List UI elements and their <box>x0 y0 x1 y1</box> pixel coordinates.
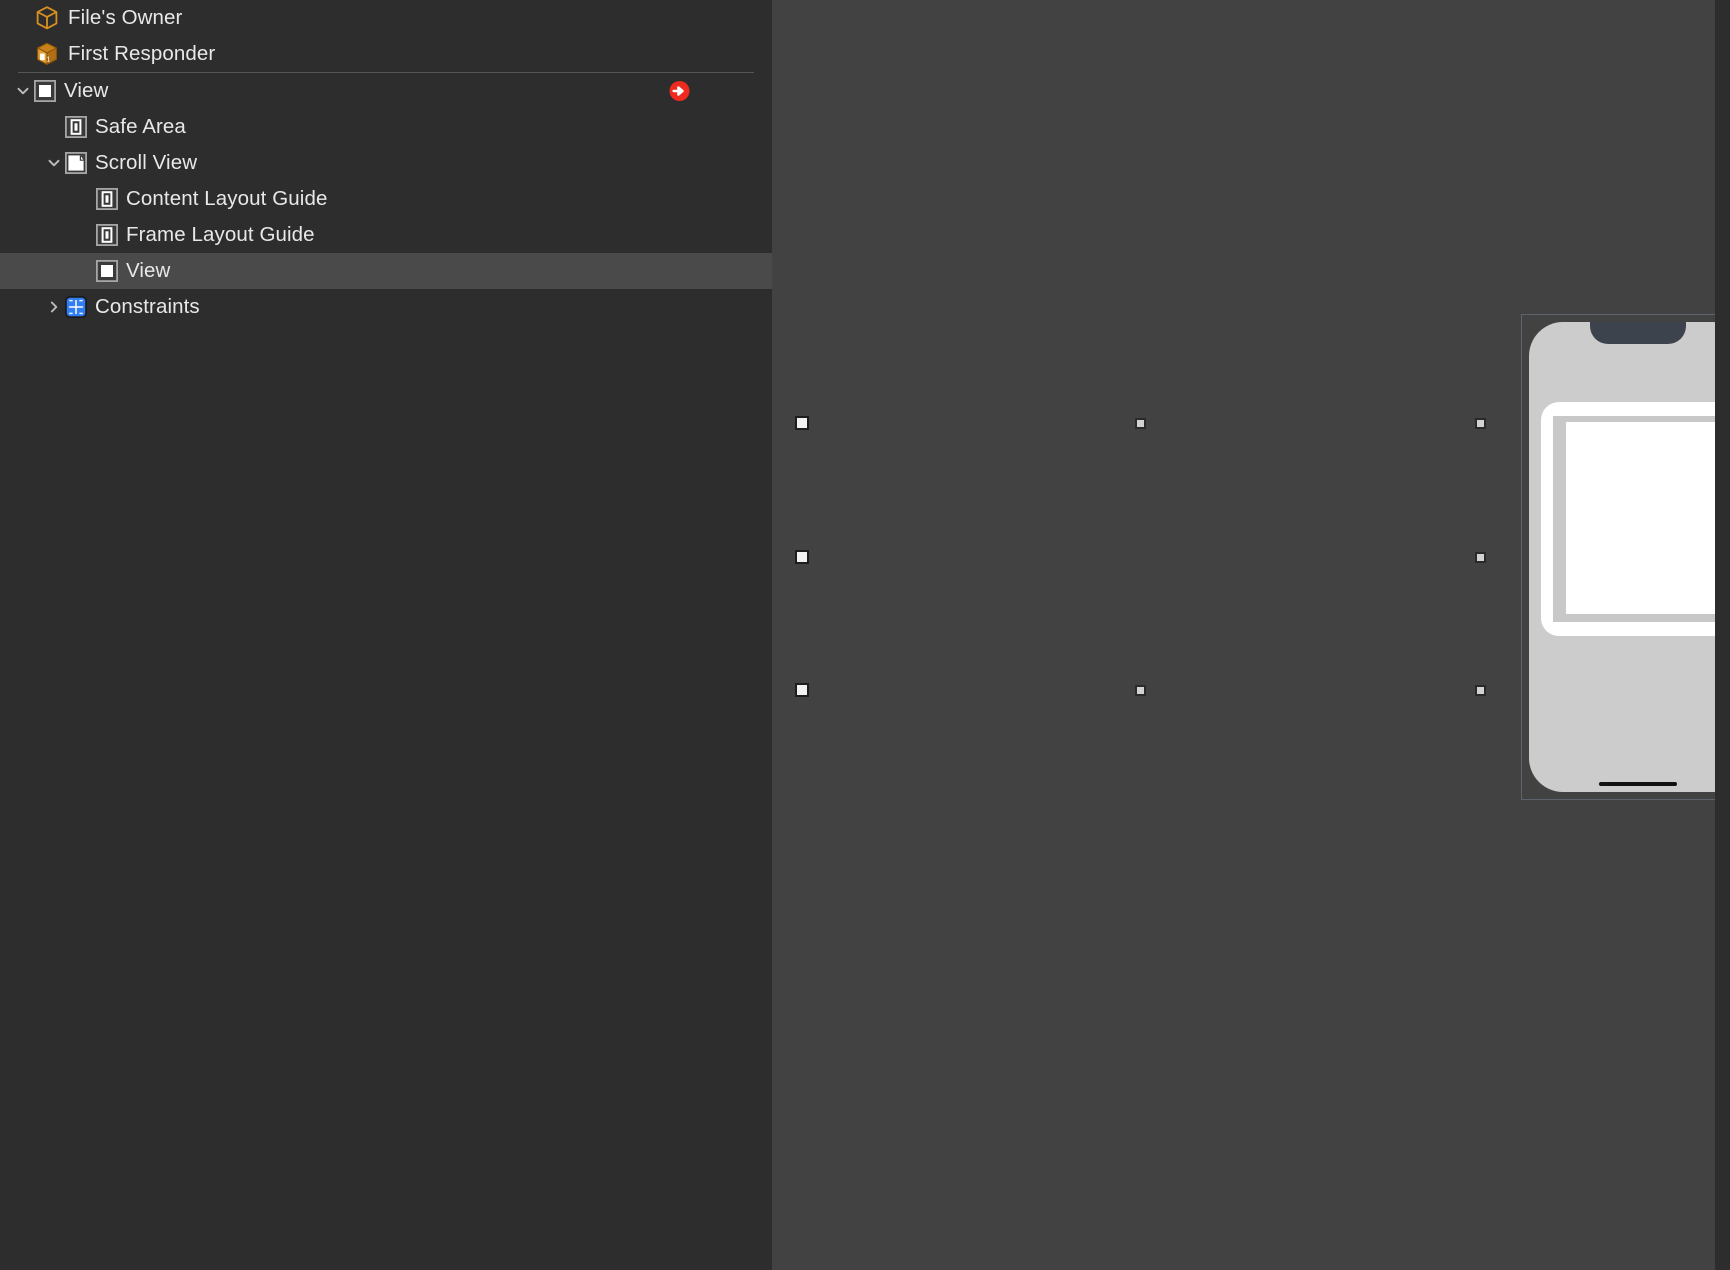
view-icon <box>34 80 56 102</box>
files-owner-cube-icon <box>34 5 60 31</box>
ghost-handle-top-right[interactable] <box>1475 418 1486 429</box>
scroll-view-shape[interactable] <box>1541 402 1730 636</box>
handle-middle-left[interactable] <box>795 550 809 564</box>
outline-row-view[interactable]: View <box>0 253 772 289</box>
outline-row-label: View <box>64 78 109 102</box>
outline-row-file-s-owner[interactable]: File's Owner <box>0 0 772 36</box>
storyboard-canvas[interactable] <box>772 0 1730 1270</box>
document-outline-panel[interactable]: File's Owner 1 First Responder View Safe… <box>0 0 772 1270</box>
outline-row-first-responder[interactable]: 1 First Responder <box>0 36 772 72</box>
canvas-right-gutter <box>1715 0 1730 1270</box>
outline-row-label: File's Owner <box>68 5 183 29</box>
initial-view-controller-arrow[interactable] <box>669 81 690 102</box>
outline-row-content-layout-guide[interactable]: Content Layout Guide <box>0 181 772 217</box>
inner-view-shape[interactable] <box>1553 416 1730 614</box>
device-frame-iphone[interactable] <box>1529 322 1730 792</box>
home-indicator <box>1599 782 1677 786</box>
outline-row-scroll-view[interactable]: Scroll View <box>0 145 772 181</box>
device-notch <box>1590 322 1686 344</box>
outline-row-label: Scroll View <box>95 150 198 174</box>
ghost-handle-bottom-right[interactable] <box>1475 685 1486 696</box>
ghost-handle-top-center[interactable] <box>1135 418 1146 429</box>
outline-row-label: View <box>126 258 171 282</box>
layout-guide-icon <box>65 116 87 138</box>
outline-row-frame-layout-guide[interactable]: Frame Layout Guide <box>0 217 772 253</box>
constraints-icon <box>65 296 87 318</box>
ghost-handle-middle-right[interactable] <box>1475 552 1486 563</box>
layout-guide-icon <box>96 224 118 246</box>
first-responder-cube-icon: 1 <box>34 41 60 67</box>
scroll-view-icon <box>65 152 87 174</box>
outline-row-label: Constraints <box>95 294 200 318</box>
outline-row-label: Safe Area <box>95 114 186 138</box>
disclosure-triangle-expanded-icon[interactable] <box>43 145 65 181</box>
outline-row-constraints[interactable]: Constraints <box>0 289 772 325</box>
inner-view-bottom-edge <box>1553 614 1730 622</box>
outline-tree[interactable]: File's Owner 1 First Responder View Safe… <box>0 0 772 325</box>
outline-row-label: Frame Layout Guide <box>126 222 315 246</box>
outline-row-view[interactable]: View <box>0 73 772 109</box>
outline-row-label: Content Layout Guide <box>126 186 328 210</box>
disclosure-triangle-collapsed-icon[interactable] <box>43 289 65 325</box>
handle-top-left[interactable] <box>795 416 809 430</box>
xcode-interface-builder: File's Owner 1 First Responder View Safe… <box>0 0 1730 1270</box>
ghost-handle-bottom-center[interactable] <box>1135 685 1146 696</box>
view-icon <box>96 260 118 282</box>
svg-text:1: 1 <box>46 54 50 63</box>
outline-row-safe-area[interactable]: Safe Area <box>0 109 772 145</box>
outline-row-label: First Responder <box>68 41 216 65</box>
layout-guide-icon <box>96 188 118 210</box>
disclosure-triangle-expanded-icon[interactable] <box>12 73 34 109</box>
handle-bottom-left[interactable] <box>795 683 809 697</box>
